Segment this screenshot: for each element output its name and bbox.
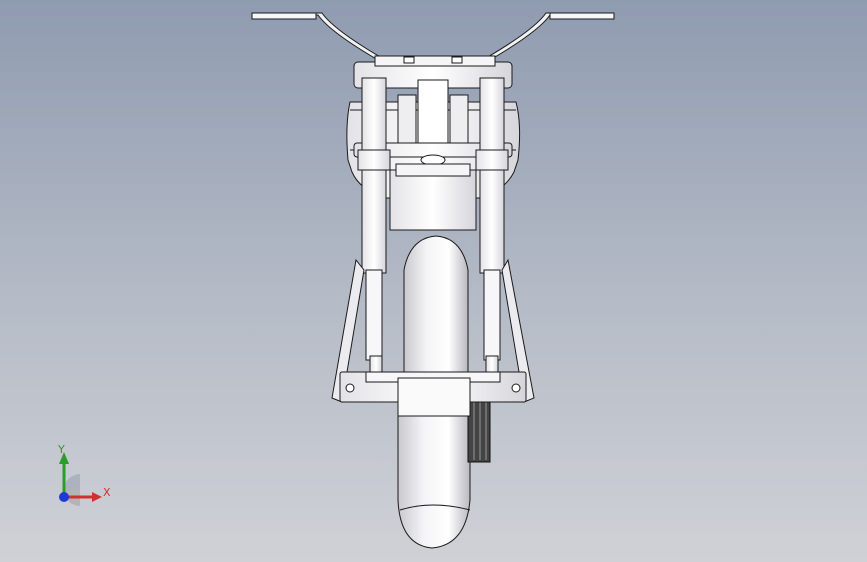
y-axis-label: Y	[58, 443, 65, 456]
x-axis-label: X	[103, 486, 111, 499]
axis-triad	[59, 452, 102, 506]
motorcycle-model[interactable]	[0, 0, 867, 562]
steering-block	[389, 169, 477, 231]
handlebar	[251, 12, 615, 61]
fork-left	[357, 77, 391, 377]
graphics-viewport[interactable]: Y X	[0, 0, 867, 562]
fork-right	[475, 77, 509, 377]
